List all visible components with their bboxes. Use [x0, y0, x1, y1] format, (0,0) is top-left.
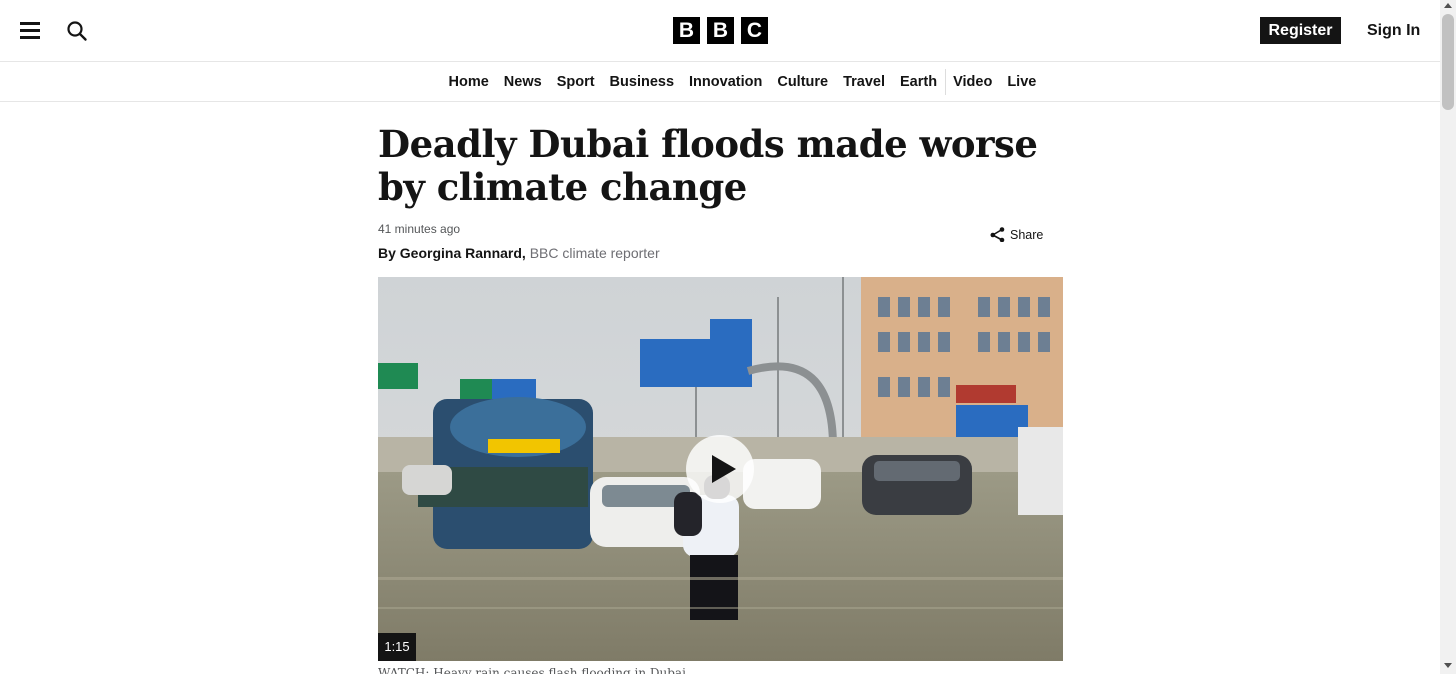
- nav-item-video[interactable]: Video: [946, 74, 1000, 90]
- nav-item-home[interactable]: Home: [441, 74, 496, 90]
- nav-item-news[interactable]: News: [496, 74, 549, 90]
- nav-items: Home News Sport Business Innovation Cult…: [441, 62, 1044, 102]
- byline-author: By Georgina Rannard,: [378, 245, 526, 261]
- register-button[interactable]: Register: [1260, 17, 1341, 44]
- search-icon[interactable]: [66, 20, 88, 42]
- logo-letter-b2: B: [707, 17, 734, 44]
- scroll-up-arrow-icon[interactable]: [1444, 3, 1452, 8]
- sign-in-link[interactable]: Sign In: [1367, 17, 1420, 44]
- logo-letter-c: C: [741, 17, 768, 44]
- play-button[interactable]: [686, 435, 754, 503]
- byline-role: BBC climate reporter: [529, 245, 660, 261]
- scroll-thumb[interactable]: [1442, 14, 1454, 110]
- logo-letter-b1: B: [673, 17, 700, 44]
- video-caption: WATCH: Heavy rain causes flash flooding …: [378, 666, 686, 674]
- nav-item-sport[interactable]: Sport: [549, 74, 602, 90]
- top-bar: B B C Register Sign In: [0, 0, 1440, 62]
- nav-item-earth[interactable]: Earth: [893, 74, 945, 90]
- main-nav: Home News Sport Business Innovation Cult…: [0, 62, 1440, 102]
- page-scrollbar[interactable]: [1440, 0, 1456, 674]
- scroll-down-arrow-icon[interactable]: [1444, 663, 1452, 668]
- article-byline: By Georgina Rannard, BBC climate reporte…: [378, 245, 660, 261]
- share-label: Share: [1010, 227, 1044, 242]
- play-icon: [712, 455, 736, 483]
- bbc-logo[interactable]: B B C: [673, 17, 768, 44]
- share-icon: [990, 227, 1005, 242]
- video-duration: 1:15: [378, 633, 416, 661]
- share-button[interactable]: Share: [990, 227, 1043, 242]
- nav-item-culture[interactable]: Culture: [770, 74, 836, 90]
- nav-item-live[interactable]: Live: [1000, 74, 1044, 90]
- nav-item-travel[interactable]: Travel: [836, 74, 893, 90]
- nav-item-business[interactable]: Business: [602, 74, 681, 90]
- nav-item-innovation[interactable]: Innovation: [682, 74, 770, 90]
- hamburger-menu-icon[interactable]: [20, 20, 42, 40]
- page: B B C Register Sign In Home News Sport B…: [0, 0, 1440, 674]
- article-headline: Deadly Dubai floods made worse by climat…: [378, 122, 1038, 209]
- video-player[interactable]: 1:15: [378, 277, 1063, 661]
- article-timestamp: 41 minutes ago: [378, 222, 461, 236]
